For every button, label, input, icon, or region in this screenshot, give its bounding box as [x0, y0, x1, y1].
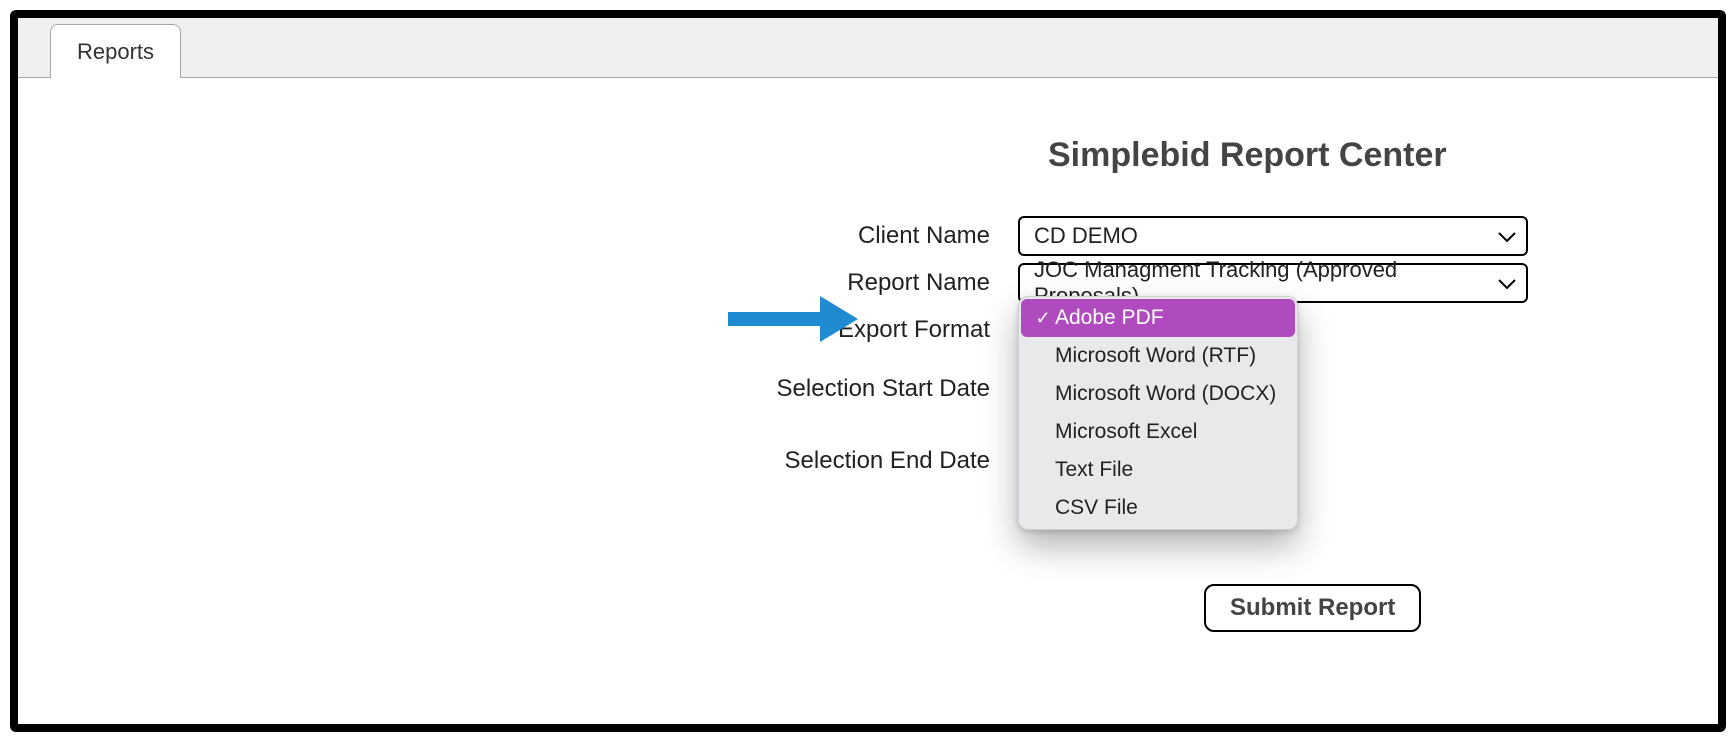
end-date-label: Selection End Date: [18, 447, 1018, 475]
submit-area: Submit Report: [1204, 584, 1421, 632]
chevron-down-icon: [1498, 270, 1516, 296]
format-option-label: CSV File: [1055, 496, 1138, 520]
submit-report-button[interactable]: Submit Report: [1204, 584, 1421, 632]
tab-reports[interactable]: Reports: [50, 24, 181, 79]
chevron-down-icon: [1498, 223, 1516, 249]
client-name-label: Client Name: [18, 222, 1018, 250]
format-option-label: Microsoft Word (DOCX): [1055, 382, 1276, 406]
submit-label: Submit Report: [1230, 594, 1395, 621]
start-date-label: Selection Start Date: [18, 375, 1018, 403]
format-option-csv[interactable]: CSV File: [1021, 489, 1295, 527]
format-option-label: Text File: [1055, 458, 1133, 482]
tab-label: Reports: [77, 39, 154, 65]
row-start: Selection Start Date: [18, 354, 1718, 424]
format-option-adobe-pdf[interactable]: ✓ Adobe PDF: [1021, 299, 1295, 337]
format-option-label: Microsoft Word (RTF): [1055, 344, 1256, 368]
report-name-label: Report Name: [18, 269, 1018, 297]
export-format-label: Export Format: [18, 316, 1018, 344]
row-report: Report Name JOC Managment Tracking (Appr…: [18, 260, 1718, 305]
format-option-label: Microsoft Excel: [1055, 420, 1197, 444]
format-option-word-rtf[interactable]: Microsoft Word (RTF): [1021, 337, 1295, 375]
tab-bar: Reports: [18, 18, 1718, 78]
page-title: Simplebid Report Center: [1048, 136, 1447, 175]
export-format-dropdown[interactable]: ✓ Adobe PDF Microsoft Word (RTF) Microso…: [1018, 296, 1298, 530]
format-option-excel[interactable]: Microsoft Excel: [1021, 413, 1295, 451]
format-option-text[interactable]: Text File: [1021, 451, 1295, 489]
report-form: Client Name CD DEMO Report Name JOC Mana…: [18, 213, 1718, 498]
row-client: Client Name CD DEMO: [18, 213, 1718, 258]
format-option-word-docx[interactable]: Microsoft Word (DOCX): [1021, 375, 1295, 413]
app-window: Reports Simplebid Report Center Client N…: [10, 10, 1726, 732]
content-area: Simplebid Report Center Client Name CD D…: [18, 78, 1718, 724]
check-icon: ✓: [1031, 308, 1055, 329]
format-option-label: Adobe PDF: [1055, 306, 1164, 330]
row-format: Export Format: [18, 307, 1718, 352]
row-end: Selection End Date: [18, 426, 1718, 496]
client-name-select[interactable]: CD DEMO: [1018, 216, 1528, 256]
client-name-value: CD DEMO: [1034, 223, 1138, 249]
